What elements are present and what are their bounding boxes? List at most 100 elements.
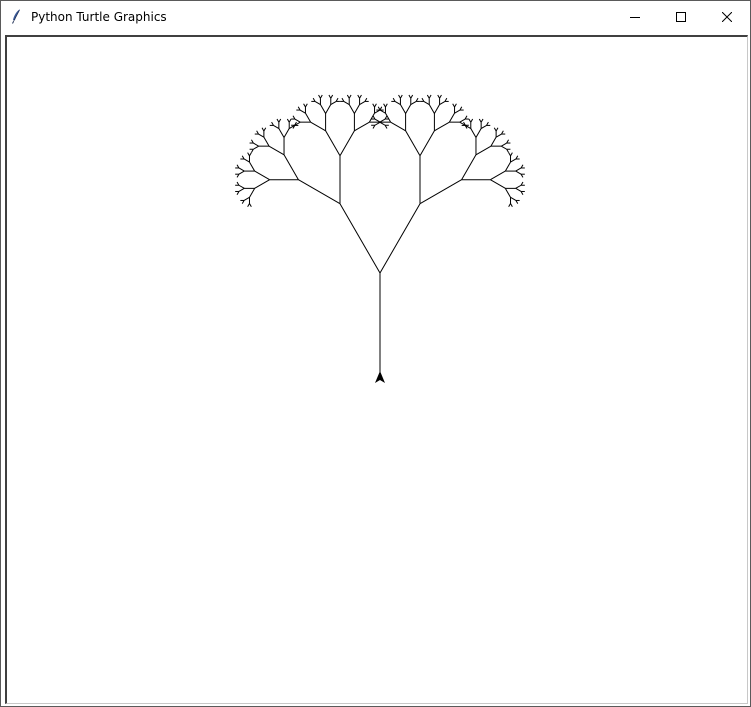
tree-branch — [299, 109, 306, 114]
tree-branch — [439, 100, 446, 105]
tree-branch — [254, 170, 270, 181]
tree-branch — [428, 94, 432, 99]
tree-branch — [343, 100, 350, 105]
tree-branch — [475, 145, 492, 156]
tree-branch — [348, 104, 355, 114]
tree-branch — [459, 118, 466, 123]
tree-branch — [325, 104, 332, 114]
minimize-icon — [630, 16, 640, 18]
tree-branch — [434, 121, 450, 132]
tree-branch — [253, 142, 259, 147]
close-button[interactable] — [704, 1, 750, 32]
tree-branch — [515, 170, 522, 175]
feather-icon — [9, 8, 25, 24]
tree-branch — [238, 167, 245, 172]
tree-branch — [510, 158, 517, 163]
minimize-button[interactable] — [612, 1, 658, 32]
tree-branch — [510, 152, 513, 157]
tree-branch — [480, 124, 487, 129]
tree-branch — [495, 127, 499, 132]
window-title: Python Turtle Graphics — [31, 10, 167, 24]
tree-branch — [348, 94, 352, 99]
tree-branch — [433, 104, 441, 114]
tree-branch — [330, 100, 337, 105]
tree-branch — [319, 104, 327, 114]
tree-branch — [510, 196, 517, 201]
tree-branch — [359, 94, 362, 99]
tree-branch — [254, 179, 270, 189]
tree-branch — [419, 130, 435, 156]
tree-branch — [501, 145, 507, 150]
tree-branch — [263, 127, 267, 132]
tree-branch — [461, 154, 477, 180]
tree-branch — [243, 196, 250, 201]
tree-branch — [508, 203, 511, 208]
turtle-canvas[interactable] — [7, 37, 748, 704]
tree-branch — [249, 188, 256, 198]
tree-branch — [330, 94, 334, 99]
tree-branch — [353, 104, 361, 114]
tree-branch — [238, 184, 245, 189]
tree-branch — [319, 94, 323, 99]
tree-branch — [470, 128, 477, 138]
tree-branch — [405, 130, 421, 156]
tree-branch — [454, 103, 457, 108]
tree-branch — [515, 167, 522, 172]
tree-branch — [325, 130, 341, 156]
tree-branch — [310, 121, 326, 132]
tree-branch — [263, 136, 270, 147]
tree-branch — [243, 158, 250, 163]
tree-branch — [439, 94, 442, 99]
turtle-canvas-area[interactable] — [5, 35, 748, 704]
close-icon — [722, 11, 732, 22]
tree-branch — [423, 100, 430, 105]
tree-branch — [359, 100, 366, 105]
tree-branch — [501, 142, 507, 147]
tree-branch — [419, 179, 462, 205]
tree-branch — [385, 103, 388, 108]
tree-branch — [354, 121, 370, 132]
tree-branch — [490, 179, 506, 189]
tree-branch — [339, 130, 355, 156]
tree-branch — [399, 94, 403, 99]
tree-branch — [268, 145, 285, 156]
turtle-arrow-icon — [375, 371, 385, 383]
tree-branch — [515, 184, 522, 189]
tree-branch — [305, 103, 308, 108]
tree-branch — [454, 109, 461, 114]
tree-branch — [480, 118, 484, 123]
tree-branch — [278, 128, 285, 138]
tree-branch — [258, 133, 265, 138]
tree-branch — [475, 128, 482, 138]
tree-branch — [374, 103, 377, 108]
tree-branch — [298, 179, 341, 205]
tree-branch — [283, 154, 299, 180]
tree-branch — [515, 187, 522, 192]
tree-branch — [495, 133, 502, 138]
tree-branch — [238, 170, 245, 175]
tree-branch — [405, 104, 412, 114]
fractal-tree — [235, 94, 525, 379]
tree-branch — [283, 128, 290, 138]
maximize-button[interactable] — [658, 1, 704, 32]
tree-branch — [448, 112, 455, 123]
title-bar[interactable]: Python Turtle Graphics — [1, 1, 750, 32]
tree-branch — [394, 100, 401, 105]
tree-branch — [410, 100, 417, 105]
tree-branch — [278, 118, 282, 123]
tree-branch — [305, 112, 312, 123]
maximize-icon — [676, 11, 686, 22]
tree-branch — [273, 124, 280, 129]
turtle-window: Python Turtle Graphics — [0, 0, 751, 707]
tree-branch — [247, 203, 250, 208]
tree-branch — [410, 94, 414, 99]
tree-branch — [238, 187, 245, 192]
tree-branch — [288, 118, 292, 123]
tree-branch — [390, 121, 406, 132]
tree-branch — [253, 145, 259, 150]
tree-branch — [504, 161, 511, 172]
tree-branch — [470, 118, 474, 123]
tree-branch — [379, 203, 421, 274]
tree-branch — [314, 100, 321, 105]
tree-branch — [428, 104, 435, 114]
